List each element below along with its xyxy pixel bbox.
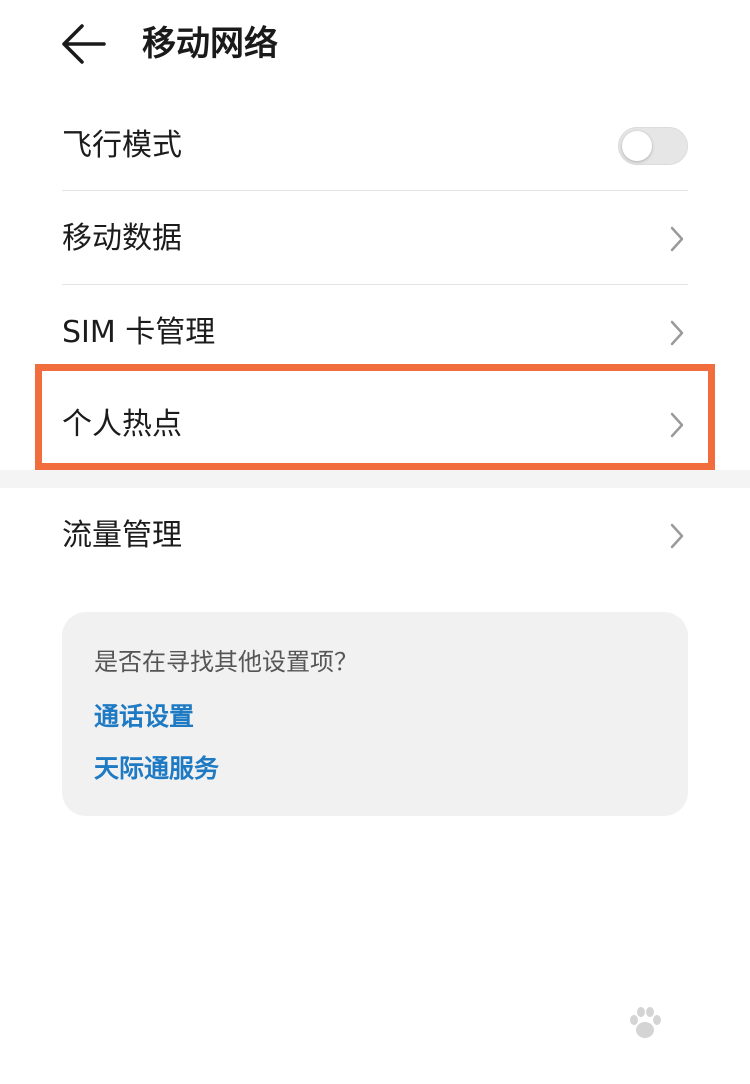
arrow-left-icon [62, 24, 106, 64]
mobile-data-label: 移动数据 [62, 221, 182, 256]
chevron-right-icon [670, 226, 684, 252]
chevron-right-icon [670, 523, 684, 549]
back-button[interactable] [58, 20, 114, 68]
mobile-data-row[interactable]: 移动数据 [62, 193, 688, 285]
baidu-paw-logo [630, 1007, 661, 1038]
suggestions-card: 是否在寻找其他设置项？ 通话设置 天际通服务 [62, 612, 688, 816]
data-usage-row[interactable]: 流量管理 [62, 490, 688, 582]
page-title: 移动网络 [142, 24, 278, 64]
chevron-right-icon [670, 412, 684, 438]
airplane-mode-row[interactable]: 飞行模式 [62, 100, 688, 192]
app-header: 移动网络 [0, 0, 750, 90]
sim-management-row[interactable]: SIM 卡管理 [62, 287, 688, 379]
sim-management-label: SIM 卡管理 [62, 315, 216, 350]
baidu-jingyan-watermark [552, 1006, 712, 1076]
airplane-mode-toggle[interactable] [618, 127, 688, 165]
divider [62, 284, 688, 285]
hotspot-row[interactable]: 个人热点 [62, 379, 688, 471]
chevron-right-icon [670, 320, 684, 346]
data-usage-label: 流量管理 [62, 518, 182, 553]
section-separator [0, 470, 750, 488]
airplane-mode-label: 飞行模式 [62, 128, 182, 163]
hotspot-label: 个人热点 [62, 407, 182, 442]
call-settings-link[interactable]: 通话设置 [94, 700, 194, 734]
divider [62, 190, 688, 191]
suggestions-title: 是否在寻找其他设置项？ [94, 648, 358, 676]
skytone-service-link[interactable]: 天际通服务 [94, 752, 219, 786]
toggle-knob [622, 131, 652, 161]
